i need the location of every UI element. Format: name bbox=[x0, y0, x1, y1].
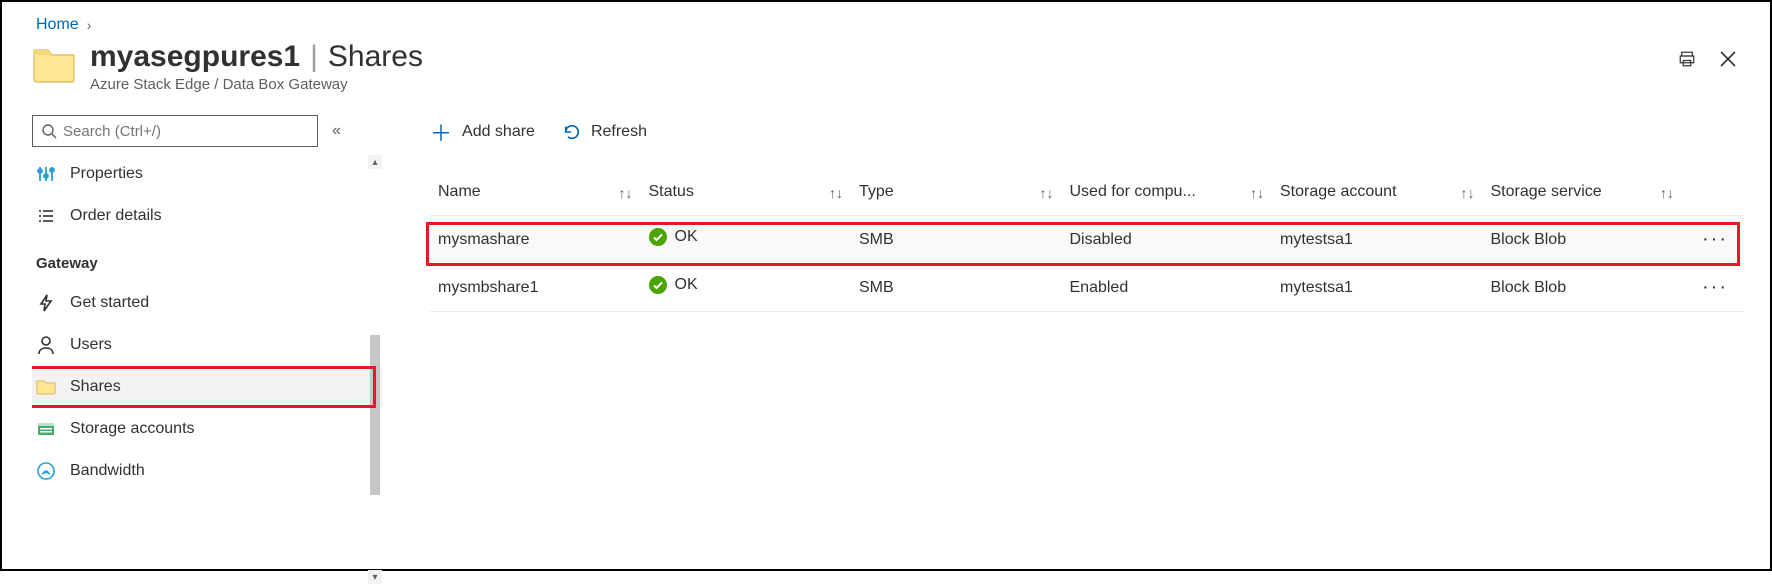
storage-icon bbox=[36, 419, 56, 439]
cell-type: SMB bbox=[851, 216, 1062, 264]
bolt-icon bbox=[36, 293, 56, 313]
cell-name: mysmashare bbox=[430, 216, 641, 264]
sort-icon: ↑↓ bbox=[1660, 185, 1674, 201]
row-more-button[interactable]: ··· bbox=[1682, 264, 1744, 312]
sidebar-item-label: Order details bbox=[70, 207, 162, 225]
close-icon[interactable] bbox=[1720, 51, 1736, 72]
column-header-used[interactable]: Used for compu...↑↓ bbox=[1062, 171, 1273, 216]
cell-service: Block Blob bbox=[1483, 216, 1682, 264]
cell-account: mytestsa1 bbox=[1272, 264, 1483, 312]
row-more-button[interactable]: ··· bbox=[1682, 216, 1744, 264]
toolbar-label: Refresh bbox=[591, 123, 647, 141]
page-subtitle: Azure Stack Edge / Data Box Gateway bbox=[90, 76, 1678, 93]
sidebar: « Properties Order details Gateway bbox=[32, 115, 382, 564]
breadcrumb-home[interactable]: Home bbox=[36, 16, 79, 34]
orders-icon bbox=[36, 206, 56, 226]
add-share-button[interactable]: ＋ Add share bbox=[430, 116, 535, 148]
sidebar-item-properties[interactable]: Properties bbox=[32, 153, 382, 195]
sort-icon: ↑↓ bbox=[829, 185, 843, 201]
sidebar-scrollbar[interactable]: ▴▾ bbox=[368, 155, 382, 584]
folder-icon bbox=[32, 44, 76, 84]
chevron-right-icon: › bbox=[87, 17, 92, 33]
sidebar-item-label: Shares bbox=[70, 378, 121, 396]
ok-icon bbox=[649, 276, 667, 294]
sidebar-item-label: Get started bbox=[70, 294, 149, 312]
cell-service: Block Blob bbox=[1483, 264, 1682, 312]
cell-used: Disabled bbox=[1062, 216, 1273, 264]
sort-icon: ↑↓ bbox=[619, 185, 633, 201]
sidebar-item-label: Bandwidth bbox=[70, 462, 145, 480]
shares-table: Name↑↓ Status↑↓ Type↑↓ Used for compu...… bbox=[430, 171, 1744, 312]
refresh-button[interactable]: Refresh bbox=[563, 123, 647, 141]
sidebar-item-label: Properties bbox=[70, 165, 143, 183]
search-input[interactable] bbox=[63, 123, 309, 140]
column-header-storage-account[interactable]: Storage account↑↓ bbox=[1272, 171, 1483, 216]
sidebar-item-label: Storage accounts bbox=[70, 420, 195, 438]
table-row[interactable]: mysmashare OK SMB Disabled mytestsa1 Blo… bbox=[430, 216, 1744, 264]
main-content: ＋ Add share Refresh Name↑↓ Status↑↓ Type… bbox=[382, 115, 1754, 564]
properties-icon bbox=[36, 164, 56, 184]
sidebar-item-get-started[interactable]: Get started bbox=[32, 282, 382, 324]
ok-icon bbox=[649, 228, 667, 246]
collapse-sidebar-icon[interactable]: « bbox=[332, 122, 341, 140]
column-header-storage-service[interactable]: Storage service↑↓ bbox=[1483, 171, 1682, 216]
sidebar-item-order-details[interactable]: Order details bbox=[32, 195, 382, 237]
sidebar-nav: Properties Order details Gateway Get sta… bbox=[32, 153, 382, 562]
sidebar-section-gateway: Gateway bbox=[32, 237, 382, 282]
user-icon bbox=[36, 335, 56, 355]
sort-icon: ↑↓ bbox=[1040, 185, 1054, 201]
cell-used: Enabled bbox=[1062, 264, 1273, 312]
sidebar-item-bandwidth[interactable]: Bandwidth bbox=[32, 450, 382, 492]
column-header-name[interactable]: Name↑↓ bbox=[430, 171, 641, 216]
folder-icon bbox=[36, 377, 56, 397]
title-separator: | bbox=[310, 40, 318, 74]
cell-type: SMB bbox=[851, 264, 1062, 312]
refresh-icon bbox=[563, 123, 581, 141]
cell-name: mysmbshare1 bbox=[430, 264, 641, 312]
search-input-wrapper[interactable] bbox=[32, 115, 318, 147]
table-row[interactable]: mysmbshare1 OK SMB Enabled mytestsa1 Blo… bbox=[430, 264, 1744, 312]
column-header-type[interactable]: Type↑↓ bbox=[851, 171, 1062, 216]
column-header-status[interactable]: Status↑↓ bbox=[641, 171, 852, 216]
sort-icon: ↑↓ bbox=[1250, 185, 1264, 201]
search-icon bbox=[41, 123, 57, 139]
print-icon[interactable] bbox=[1678, 50, 1696, 73]
sidebar-item-users[interactable]: Users bbox=[32, 324, 382, 366]
page-title-section: Shares bbox=[328, 40, 423, 74]
cell-status: OK bbox=[641, 216, 852, 264]
cell-status: OK bbox=[641, 264, 852, 312]
sidebar-item-shares[interactable]: Shares bbox=[32, 366, 382, 408]
breadcrumb: Home › bbox=[36, 16, 1754, 34]
sidebar-item-storage-accounts[interactable]: Storage accounts bbox=[32, 408, 382, 450]
plus-icon: ＋ bbox=[430, 116, 452, 148]
page-title-resource: myasegpures1 bbox=[90, 40, 300, 74]
sidebar-item-label: Users bbox=[70, 336, 112, 354]
cell-account: mytestsa1 bbox=[1272, 216, 1483, 264]
bandwidth-icon bbox=[36, 461, 56, 481]
sort-icon: ↑↓ bbox=[1461, 185, 1475, 201]
toolbar-label: Add share bbox=[462, 123, 535, 141]
